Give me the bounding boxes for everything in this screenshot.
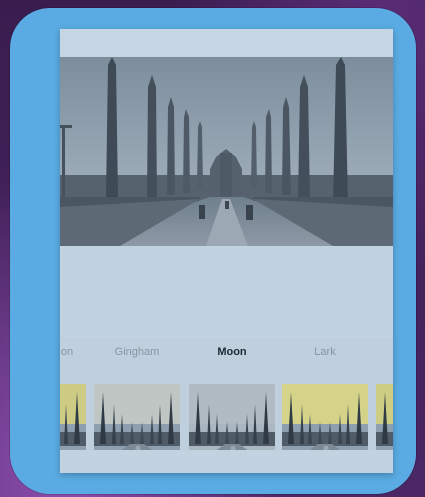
cathedral-rooftop-photo <box>60 57 393 246</box>
bottom-bar <box>60 450 393 473</box>
photo-preview <box>60 57 393 246</box>
top-bar <box>60 29 393 57</box>
empty-area <box>60 246 393 338</box>
filter-thumbnails <box>60 338 393 470</box>
app-screen: on Gingham Moon Lark <box>60 29 393 473</box>
